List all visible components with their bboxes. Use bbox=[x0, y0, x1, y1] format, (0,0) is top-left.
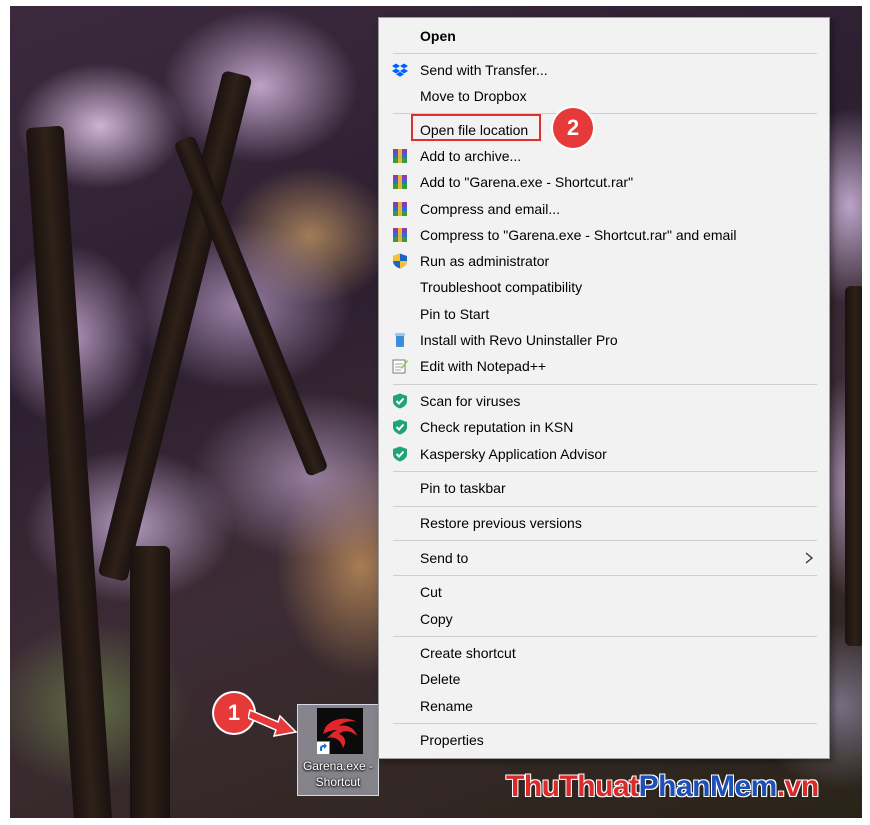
watermark-logo: ThuThuatPhanMem.vn bbox=[506, 770, 819, 803]
menu-item-pin-to-taskbar[interactable]: Pin to taskbar bbox=[379, 475, 829, 501]
menu-separator bbox=[393, 636, 817, 637]
menu-item-scan-for-viruses[interactable]: Scan for viruses bbox=[379, 388, 829, 414]
menu-item-add-to-archive[interactable]: Add to archive... bbox=[379, 143, 829, 169]
winrar-icon bbox=[393, 149, 407, 163]
menu-item-open[interactable]: Open bbox=[379, 23, 829, 49]
menu-item-send-to[interactable]: Send to bbox=[379, 545, 829, 571]
menu-item-delete[interactable]: Delete bbox=[379, 666, 829, 692]
winrar-icon bbox=[393, 202, 407, 216]
dropbox-icon bbox=[392, 63, 408, 77]
kaspersky-icon bbox=[393, 393, 407, 409]
notepad-plus-plus-icon bbox=[392, 359, 408, 374]
shortcut-arrow-icon bbox=[316, 741, 330, 755]
menu-item-create-shortcut[interactable]: Create shortcut bbox=[379, 640, 829, 666]
uac-shield-icon bbox=[393, 253, 407, 269]
menu-item-edit-with-notepad[interactable]: Edit with Notepad++ bbox=[379, 353, 829, 379]
kaspersky-icon bbox=[393, 446, 407, 462]
winrar-icon bbox=[393, 228, 407, 242]
step-2-badge: 2 bbox=[553, 108, 593, 148]
kaspersky-icon bbox=[393, 419, 407, 435]
menu-separator bbox=[393, 471, 817, 472]
menu-item-compress-to-rar-and-email[interactable]: Compress to "Garena.exe - Shortcut.rar" … bbox=[379, 222, 829, 248]
step-1-arrow-icon bbox=[248, 708, 298, 737]
menu-item-restore-previous-versions[interactable]: Restore previous versions bbox=[379, 510, 829, 536]
menu-item-troubleshoot-compatibility[interactable]: Troubleshoot compatibility bbox=[379, 274, 829, 300]
menu-separator bbox=[393, 575, 817, 576]
menu-separator bbox=[393, 506, 817, 507]
chevron-right-icon bbox=[805, 552, 814, 564]
revo-uninstaller-icon bbox=[395, 333, 405, 347]
menu-item-install-with-revo[interactable]: Install with Revo Uninstaller Pro bbox=[379, 327, 829, 353]
menu-separator bbox=[393, 723, 817, 724]
open-file-location-highlight bbox=[411, 114, 541, 141]
shortcut-caption: Garena.exe - Shortcut bbox=[302, 759, 374, 789]
menu-item-kaspersky-application-advisor[interactable]: Kaspersky Application Advisor bbox=[379, 441, 829, 467]
menu-item-cut[interactable]: Cut bbox=[379, 579, 829, 605]
menu-separator bbox=[393, 384, 817, 385]
menu-item-properties[interactable]: Properties bbox=[379, 727, 829, 753]
menu-separator bbox=[393, 53, 817, 54]
menu-item-run-as-administrator[interactable]: Run as administrator bbox=[379, 248, 829, 274]
menu-item-send-with-transfer[interactable]: Send with Transfer... bbox=[379, 57, 829, 83]
menu-item-copy[interactable]: Copy bbox=[379, 606, 829, 632]
menu-item-compress-and-email[interactable]: Compress and email... bbox=[379, 196, 829, 222]
menu-item-pin-to-start[interactable]: Pin to Start bbox=[379, 301, 829, 327]
menu-separator bbox=[393, 540, 817, 541]
menu-item-move-to-dropbox[interactable]: Move to Dropbox bbox=[379, 83, 829, 109]
menu-item-add-to-shortcut-rar[interactable]: Add to "Garena.exe - Shortcut.rar" bbox=[379, 169, 829, 195]
menu-item-check-reputation-ksn[interactable]: Check reputation in KSN bbox=[379, 414, 829, 440]
winrar-icon bbox=[393, 175, 407, 189]
menu-item-rename[interactable]: Rename bbox=[379, 693, 829, 719]
garena-shortcut-desktop-icon[interactable]: Garena.exe - Shortcut bbox=[297, 704, 379, 796]
